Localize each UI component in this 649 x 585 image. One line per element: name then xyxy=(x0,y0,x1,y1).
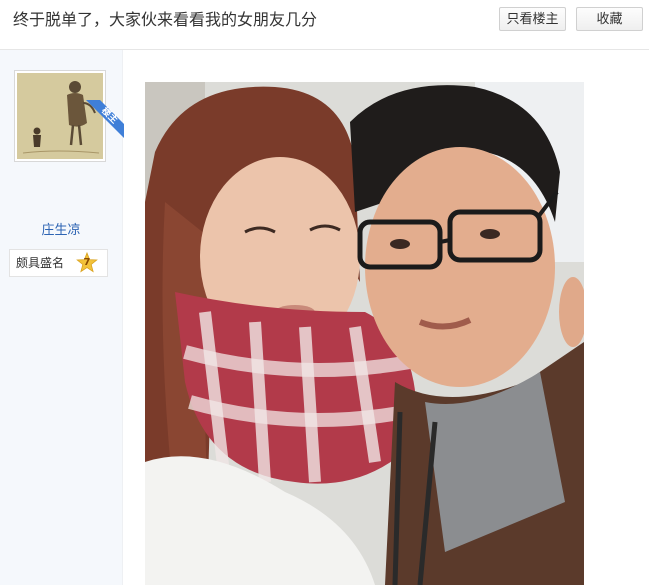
level-title: 颇具盛名 xyxy=(16,256,65,270)
only-op-button[interactable]: 只看楼主 xyxy=(499,7,566,31)
post-header: 终于脱单了，大家伙来看看我的女朋友几分 只看楼主 收藏 xyxy=(0,0,649,50)
author-level: 颇具盛名 7 xyxy=(9,249,108,277)
collect-button[interactable]: 收藏 xyxy=(576,7,643,31)
author-sidebar: 楼主 庄生凉 颇具盛名 7 xyxy=(0,50,124,585)
post-photo[interactable] xyxy=(145,82,584,585)
author-username[interactable]: 庄生凉 xyxy=(0,223,122,239)
level-number: 7 xyxy=(83,257,91,268)
op-badge: 楼主 xyxy=(86,100,124,138)
post-title: 终于脱单了，大家伙来看看我的女朋友几分 xyxy=(13,10,318,29)
post-page: 终于脱单了，大家伙来看看我的女朋友几分 只看楼主 收藏 楼主 庄生凉 颇具盛名 … xyxy=(0,0,649,585)
